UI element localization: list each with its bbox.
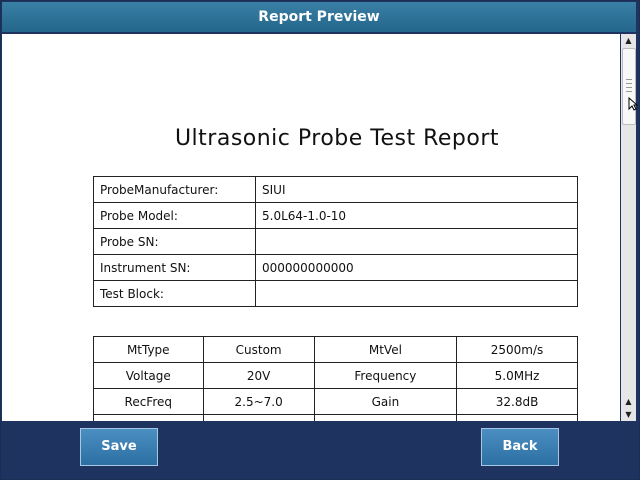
vertical-scrollbar[interactable]: ▲ ▲ ▼ [621, 34, 636, 421]
grip-line [626, 83, 632, 84]
info-label: Probe Model: [93, 202, 256, 229]
info-label: Instrument SN: [93, 254, 256, 281]
param-value [202, 414, 315, 421]
grip-line [626, 87, 632, 88]
back-button[interactable]: Back [481, 428, 559, 466]
scroll-up-small-arrow-icon[interactable]: ▲ [621, 395, 636, 408]
param-value: 5.0MHz [456, 362, 578, 389]
mouse-pointer-icon [628, 96, 639, 115]
param-value: Custom [202, 336, 315, 363]
table-row: Test Block: [93, 280, 578, 307]
table-row: Instrument SN: 000000000000 [93, 254, 578, 281]
table-row: RecFreq 2.5~7.0 Gain 32.8dB [93, 388, 578, 415]
info-value [255, 280, 578, 307]
param-label [93, 414, 204, 421]
scroll-down-arrow-icon[interactable]: ▼ [621, 408, 636, 421]
grip-line [626, 79, 632, 80]
table-row: MtType Custom MtVel 2500m/s [93, 336, 578, 363]
param-value: 20V [202, 362, 315, 389]
info-value: SIUI [255, 176, 578, 203]
param-label: Voltage [93, 362, 204, 389]
table-row [93, 414, 578, 421]
param-value: 2.5~7.0 [202, 388, 315, 415]
table-row: Voltage 20V Frequency 5.0MHz [93, 362, 578, 389]
param-label: MtVel [313, 336, 458, 363]
table-row: ProbeManufacturer: SIUI [93, 176, 578, 203]
param-label: MtType [93, 336, 204, 363]
window-title: Report Preview [2, 2, 636, 32]
table-row: Probe Model: 5.0L64-1.0-10 [93, 202, 578, 229]
test-parameters-table: MtType Custom MtVel 2500m/s Voltage 20V … [93, 336, 578, 421]
param-label: Frequency [313, 362, 458, 389]
param-value: 2500m/s [456, 336, 578, 363]
param-value [456, 414, 578, 421]
param-label [313, 414, 458, 421]
probe-info-table: ProbeManufacturer: SIUI Probe Model: 5.0… [93, 176, 578, 307]
info-value [255, 228, 578, 255]
report-title: Ultrasonic Probe Test Report [174, 126, 500, 151]
param-label: Gain [313, 388, 458, 415]
save-button[interactable]: Save [80, 428, 158, 466]
info-label: Probe SN: [93, 228, 256, 255]
info-value: 000000000000 [255, 254, 578, 281]
param-label: RecFreq [93, 388, 204, 415]
info-value: 5.0L64-1.0-10 [255, 202, 578, 229]
info-label: ProbeManufacturer: [93, 176, 256, 203]
table-row: Probe SN: [93, 228, 578, 255]
report-preview-area: Ultrasonic Probe Test Report ProbeManufa… [2, 34, 620, 421]
info-label: Test Block: [93, 280, 256, 307]
scroll-up-arrow-icon[interactable]: ▲ [621, 34, 636, 47]
param-value: 32.8dB [456, 388, 578, 415]
grip-line [626, 91, 632, 92]
